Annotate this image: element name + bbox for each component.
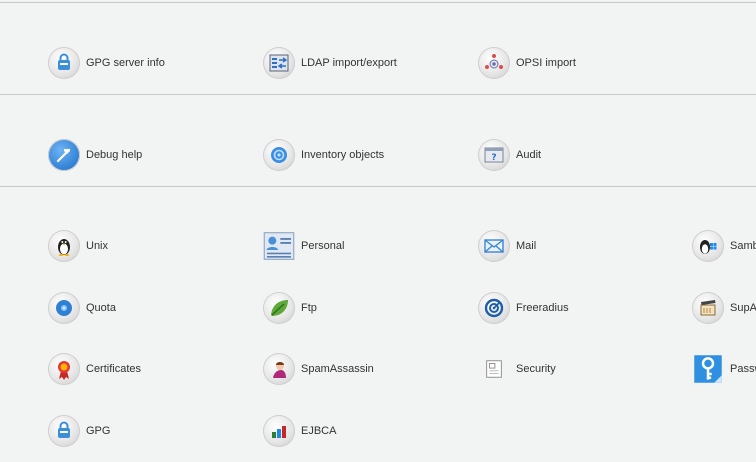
opsi-import-label: OPSI import [516, 57, 576, 69]
inventory-objects-label: Inventory objects [301, 149, 385, 161]
gpg-lock-icon [48, 47, 80, 79]
freeradius-label: Freeradius [516, 302, 569, 314]
certificate-seal-icon [48, 353, 80, 385]
ejbca-item[interactable]: EJBCA [263, 414, 336, 448]
gpg-server-info-item[interactable]: GPG server info [48, 46, 165, 80]
audit-item[interactable]: ? Audit [478, 138, 541, 172]
debug-help-item[interactable]: Debug help [48, 138, 142, 172]
ejbca-label: EJBCA [301, 425, 337, 437]
svg-text:?: ? [491, 153, 496, 163]
audit-question-icon: ? [478, 139, 510, 171]
id-card-icon [263, 230, 295, 262]
suparts-label: SupAr [730, 302, 756, 314]
key-icon [692, 353, 724, 385]
debug-help-label: Debug help [86, 149, 143, 161]
clapper-icon [692, 292, 724, 324]
penguin-windows-icon [692, 230, 724, 262]
divider-section-2 [0, 186, 756, 187]
freeradius-item[interactable]: Freeradius [478, 291, 569, 325]
radius-target-icon [478, 292, 510, 324]
security-item[interactable]: Security [478, 352, 556, 386]
ldap-import-export-label: LDAP import/export [301, 57, 397, 69]
password-item[interactable]: Passw [692, 352, 756, 386]
gpg-item[interactable]: GPG [48, 414, 110, 448]
quota-item[interactable]: Quota [48, 291, 116, 325]
leaf-icon [263, 292, 295, 324]
personal-item[interactable]: Personal [263, 229, 344, 263]
gpg-lock-icon [48, 415, 80, 447]
inventory-objects-item[interactable]: Inventory objects [263, 138, 384, 172]
disk-icon [48, 292, 80, 324]
unix-item[interactable]: Unix [48, 229, 108, 263]
envelope-icon [478, 230, 510, 262]
bar-blocks-icon [263, 415, 295, 447]
samba-label: Samba [730, 240, 756, 252]
mail-item[interactable]: Mail [478, 229, 536, 263]
ftp-item[interactable]: Ftp [263, 291, 317, 325]
quota-label: Quota [86, 302, 116, 314]
personal-label: Personal [301, 240, 345, 252]
opsi-icon [478, 47, 510, 79]
ftp-label: Ftp [301, 302, 317, 314]
penguin-icon [48, 230, 80, 262]
gpg-server-info-label: GPG server info [86, 57, 165, 69]
hammer-icon [48, 139, 80, 171]
spamassassin-item[interactable]: SpamAssassin [263, 352, 374, 386]
mail-label: Mail [516, 240, 537, 252]
inventory-icon [263, 139, 295, 171]
certificates-label: Certificates [86, 363, 142, 375]
audit-label: Audit [516, 149, 542, 161]
spamassassin-label: SpamAssassin [301, 363, 374, 375]
password-label: Passw [730, 363, 756, 375]
divider-section-1 [0, 94, 756, 95]
suparts-item[interactable]: SupAr [692, 291, 756, 325]
opsi-import-item[interactable]: OPSI import [478, 46, 576, 80]
ldap-import-export-item[interactable]: LDAP import/export [263, 46, 397, 80]
samba-item[interactable]: Samba [692, 229, 756, 263]
ldap-transfer-icon [263, 47, 295, 79]
unix-label: Unix [86, 240, 109, 252]
spamassassin-icon [263, 353, 295, 385]
security-document-icon [478, 353, 510, 385]
divider-top [0, 2, 756, 3]
security-label: Security [516, 363, 556, 375]
gpg-label: GPG [86, 425, 111, 437]
certificates-item[interactable]: Certificates [48, 352, 141, 386]
